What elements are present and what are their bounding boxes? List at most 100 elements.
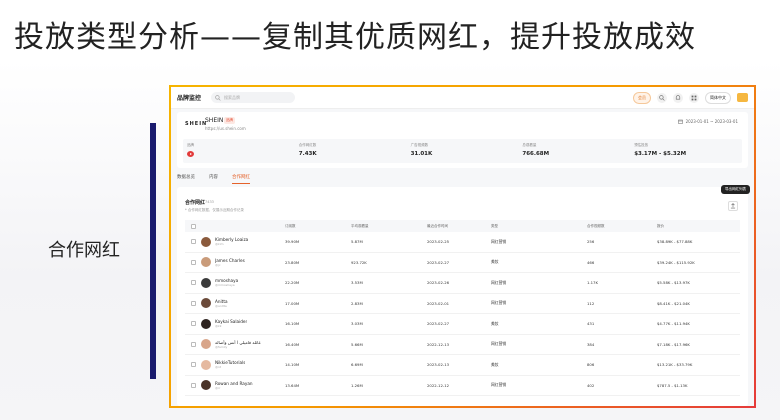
influencer-cell[interactable]: Kimberly Loaiza @kim [201,236,283,247]
avatar [201,277,211,288]
row-checkbox[interactable] [190,239,196,245]
col-price[interactable]: 报价 [655,224,740,229]
table-row[interactable]: أنس وأصالة l عائلة فاميلي @family 16.40M 5.… [185,335,740,355]
influencer-cell[interactable]: Rowan and Rayan @rr [201,380,283,391]
cell-price: $787.5 - $1.13K [657,382,688,388]
influencer-handle: @family [215,344,228,349]
col-type: 类型 [491,223,498,228]
header-checkbox-cell [185,223,201,229]
influencer-cell[interactable]: أنس وأصالة l عائلة فاميلي @family [201,339,283,350]
app-header: 品牌监控 搜索品牌 会员 简体中文 [171,87,754,109]
cell-avg-views: 2.83M [351,300,363,306]
cell-type: 网红营销 [491,238,507,244]
tab-overview[interactable]: 数据总览 [177,171,195,184]
influencer-cell[interactable]: Anitta @anitta [201,298,283,309]
influencer-name-block: James Charles @jc [215,258,245,267]
influencer-cell[interactable]: mmoshaya @mmoshaya [201,277,283,288]
table-row[interactable]: James Charles @jc 23.80M 923.72K 2023-02-27 美… [185,253,740,273]
influencer-handle: @jc [215,262,221,267]
stat-value: 7.43K [298,151,317,157]
cell-last-date: 2022-12-13 [427,341,450,347]
stat-value: $3.17M - $5.32M [634,151,687,157]
folder-icon[interactable] [737,93,748,102]
row-checkbox-cell [185,321,201,327]
cell-type: 网红营销 [491,300,507,306]
search-icon[interactable] [657,92,667,103]
row-checkbox[interactable] [190,321,196,327]
table-row[interactable]: Rowan and Rayan @rr 13.64M 1.26M 2022-12-12 网… [185,376,740,396]
table-row[interactable]: Anitta @anitta 17.00M 2.83M 2023-02-01 网红营销 11… [185,294,740,314]
col-videos[interactable]: 合作视频数 [585,224,655,229]
date-range-picker[interactable]: 2023-01-01 ~ 2023-03-01 [677,119,738,124]
upload-icon [730,203,736,209]
influencer-cell[interactable]: Kaykai Salaider @kk [201,318,283,329]
tab-content[interactable]: 内容 [209,171,218,184]
influencer-handle: @mmoshaya [215,283,235,288]
influencer-handle: @kim [215,242,224,247]
vip-button[interactable]: 会员 [633,91,651,104]
avatar [201,380,211,391]
brand-url[interactable]: https://us.shein.com [205,126,246,131]
row-checkbox-cell [185,280,201,286]
cell-last-date: 2023-02-27 [427,259,450,265]
export-button[interactable] [728,201,738,211]
influencer-name-block: Rowan and Rayan @rr [215,381,253,390]
influencer-cell[interactable]: James Charles @jc [201,257,283,268]
influencer-count: 7433 [205,200,214,204]
row-checkbox[interactable] [190,382,196,388]
cell-last-date: 2023-02-01 [427,300,450,306]
row-checkbox[interactable] [190,362,196,368]
col-avg-views[interactable]: 平均观看量 [349,224,425,229]
table-row[interactable]: mmoshaya @mmoshaya 22.20M 3.53M 2023-02-26 网红… [185,273,740,294]
search-icon [215,94,221,101]
row-checkbox[interactable] [190,280,196,286]
cell-fans: 39.90M [285,239,300,245]
cell-videos: 384 [587,341,595,347]
select-all-checkbox[interactable] [190,223,196,229]
language-select[interactable]: 简体中文 [705,91,731,104]
search-input[interactable]: 搜索品牌 [211,92,296,103]
cell-price: $39.24K - $115.92K [657,259,695,265]
row-checkbox-cell [185,341,201,347]
influencer-table: 订阅数 平均观看量 最近合作时间 类型 合作视频数 报价 Kimberly Lo… [185,220,740,396]
stat-label: 品牌 [187,143,194,147]
table-row[interactable]: NikkieTutorials @nt 14.10M 6.69M 2023-02-13 美… [185,355,740,376]
tab-bar: 数据总览 内容 合作网红 [177,171,250,184]
influencer-note: * 合作网红数据，仅展示近期合作记录 [185,208,244,212]
brand-badge: 品牌 [224,117,235,124]
col-last-date[interactable]: 最近合作时间 [425,224,489,229]
header-actions: 会员 简体中文 [633,91,748,104]
grid-icon[interactable] [689,92,699,103]
row-checkbox[interactable] [190,300,196,306]
cell-price: $4.77K - $11.94K [657,321,690,327]
stat-label: 预估投放 [634,143,649,147]
cell-type: 网红营销 [491,341,507,347]
cell-avg-views: 6.69M [351,362,363,368]
influencer-name-block: NikkieTutorials @nt [215,360,245,369]
search-placeholder: 搜索品牌 [224,94,241,100]
cell-price: $8.41K - $21.04K [657,300,690,306]
col-fans[interactable]: 订阅数 [283,224,349,229]
brand-stats: 品牌 合作网红数 7.43K 广告视频数 31.01K 总观看量 766.68M… [183,139,742,163]
cell-price: $5.58K - $13.97K [657,280,690,286]
influencer-cell[interactable]: NikkieTutorials @nt [201,359,283,370]
row-checkbox[interactable] [190,341,196,347]
cell-avg-views: 5.66M [351,341,363,347]
cell-videos: 256 [587,239,595,245]
stat-influencers: 合作网红数 7.43K [295,139,407,163]
bell-icon[interactable] [673,92,683,103]
cell-type: 网红营销 [491,382,507,388]
calendar-icon [677,119,683,124]
cell-type: 网红营销 [491,279,507,285]
tab-influencers[interactable]: 合作网红 [232,171,250,184]
table-row[interactable]: Kaykai Salaider @kk 16.10M 3.03M 2023-02-27 美… [185,314,740,335]
stat-spend: 预估投放 $3.17M - $5.32M [630,139,742,163]
app-window: 品牌监控 搜索品牌 会员 简体中文 SHEIN SHEIN 品牌 https:/… [171,87,754,406]
table-row[interactable]: Kimberly Loaiza @kim 39.90M 5.87M 2023-02-25… [185,232,740,253]
cell-fans: 16.10M [285,321,300,327]
avatar [201,298,211,309]
row-checkbox[interactable] [190,259,196,265]
brand-logo: SHEIN [185,121,208,127]
avatar [201,359,211,370]
avatar [201,318,211,329]
